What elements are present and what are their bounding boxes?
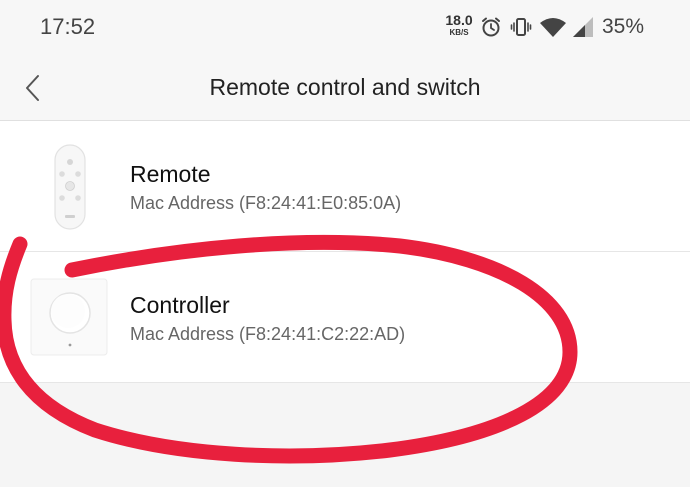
device-name: Remote <box>130 161 211 187</box>
status-time: 17:52 <box>40 14 96 39</box>
network-speed-unit: KB/S <box>449 28 469 37</box>
cellular-signal-icon <box>573 17 593 37</box>
alarm-icon <box>482 17 500 37</box>
vibrate-icon <box>510 18 532 36</box>
device-item-remote[interactable]: Remote Mac Address (F8:24:41:E0:85:0A) <box>0 121 690 252</box>
controller-device-image <box>30 278 108 356</box>
device-item-controller[interactable]: Controller Mac Address (F8:24:41:C2:22:A… <box>0 252 690 383</box>
remote-device-image <box>54 144 86 230</box>
device-list: Remote Mac Address (F8:24:41:E0:85:0A) C… <box>0 121 690 383</box>
wifi-icon <box>540 18 566 37</box>
device-mac-address: Mac Address (F8:24:41:C2:22:AD) <box>130 324 406 344</box>
app-header: Remote control and switch <box>0 56 690 121</box>
network-speed: 18.0 KB/S <box>444 13 474 37</box>
battery-percentage: 35% <box>602 15 645 38</box>
network-speed-value: 18.0 <box>445 12 473 28</box>
page-title: Remote control and switch <box>209 74 481 100</box>
device-mac-address: Mac Address (F8:24:41:E0:85:0A) <box>130 193 402 213</box>
device-name: Controller <box>130 292 230 318</box>
status-bar: 17:52 18.0 KB/S 35% <box>0 0 690 56</box>
